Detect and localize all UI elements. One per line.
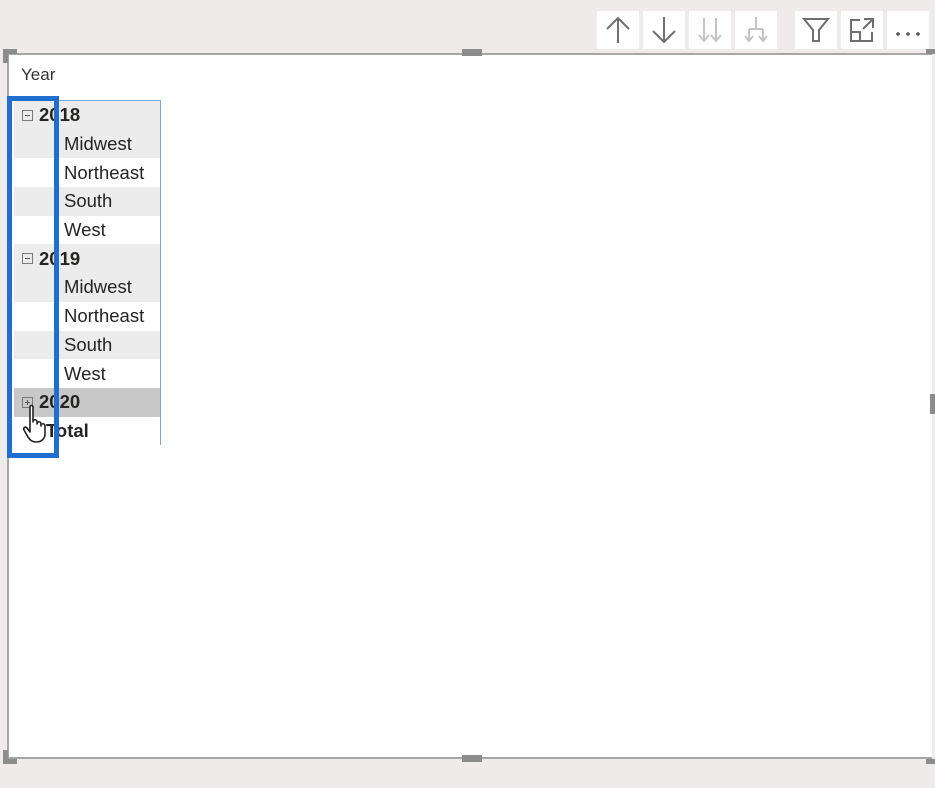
row-label: West <box>64 362 106 384</box>
matrix-row-region: Midwest <box>14 129 160 159</box>
row-label: South <box>64 190 113 212</box>
matrix-row-region: Northeast <box>14 158 160 187</box>
double-arrow-down-icon <box>698 18 722 43</box>
next-level-button[interactable] <box>689 11 731 49</box>
drill-up-button[interactable] <box>597 11 639 49</box>
resize-handle-top[interactable] <box>462 49 482 56</box>
expand-next-level-button[interactable] <box>735 11 777 49</box>
row-label: Northeast <box>64 161 145 183</box>
matrix-row-region: West <box>14 359 160 388</box>
resize-handle-top-left[interactable] <box>3 49 17 63</box>
visual-header-toolbar <box>597 11 929 49</box>
row-label: Midwest <box>64 133 132 155</box>
funnel-icon <box>802 18 830 42</box>
arrow-up-icon <box>606 16 630 43</box>
focus-mode-button[interactable] <box>841 11 883 49</box>
drill-down-button[interactable] <box>643 11 685 49</box>
matrix-row-region: Northeast <box>14 302 160 331</box>
resize-handle-bottom[interactable] <box>462 755 482 762</box>
collapse-minus-icon[interactable] <box>22 109 33 121</box>
matrix-row-region: Midwest <box>14 273 160 302</box>
row-label: Midwest <box>64 276 132 298</box>
fork-arrow-down-icon <box>744 17 768 43</box>
matrix-row-region: South <box>14 187 160 216</box>
row-label: 2019 <box>39 247 81 269</box>
filter-button[interactable] <box>795 11 837 49</box>
collapse-minus-icon[interactable] <box>22 253 33 265</box>
resize-handle-bottom-right[interactable] <box>926 750 935 764</box>
resize-handle-right[interactable] <box>930 394 935 414</box>
matrix-row-region: South <box>14 330 160 360</box>
matrix-row-region: West <box>14 216 160 245</box>
row-label: South <box>64 333 113 355</box>
ellipsis-icon <box>896 32 920 36</box>
resize-handle-top-right[interactable] <box>926 49 935 63</box>
matrix-column-header: Year <box>21 65 56 84</box>
resize-handle-bottom-left[interactable] <box>3 750 17 764</box>
expand-icon <box>850 18 874 42</box>
arrow-down-icon <box>652 17 676 44</box>
row-label: 2018 <box>39 104 81 126</box>
matrix-row-year[interactable]: 2018 <box>14 101 160 130</box>
matrix-row-year[interactable]: 2019 <box>14 244 160 274</box>
matrix-table: 2018 Midwest Northeast South West 2019 Midwest… <box>14 100 161 446</box>
hand-pointer-cursor-icon <box>22 404 46 443</box>
row-label: West <box>64 219 106 241</box>
more-options-button[interactable] <box>887 11 929 49</box>
row-label: Northeast <box>64 305 145 327</box>
